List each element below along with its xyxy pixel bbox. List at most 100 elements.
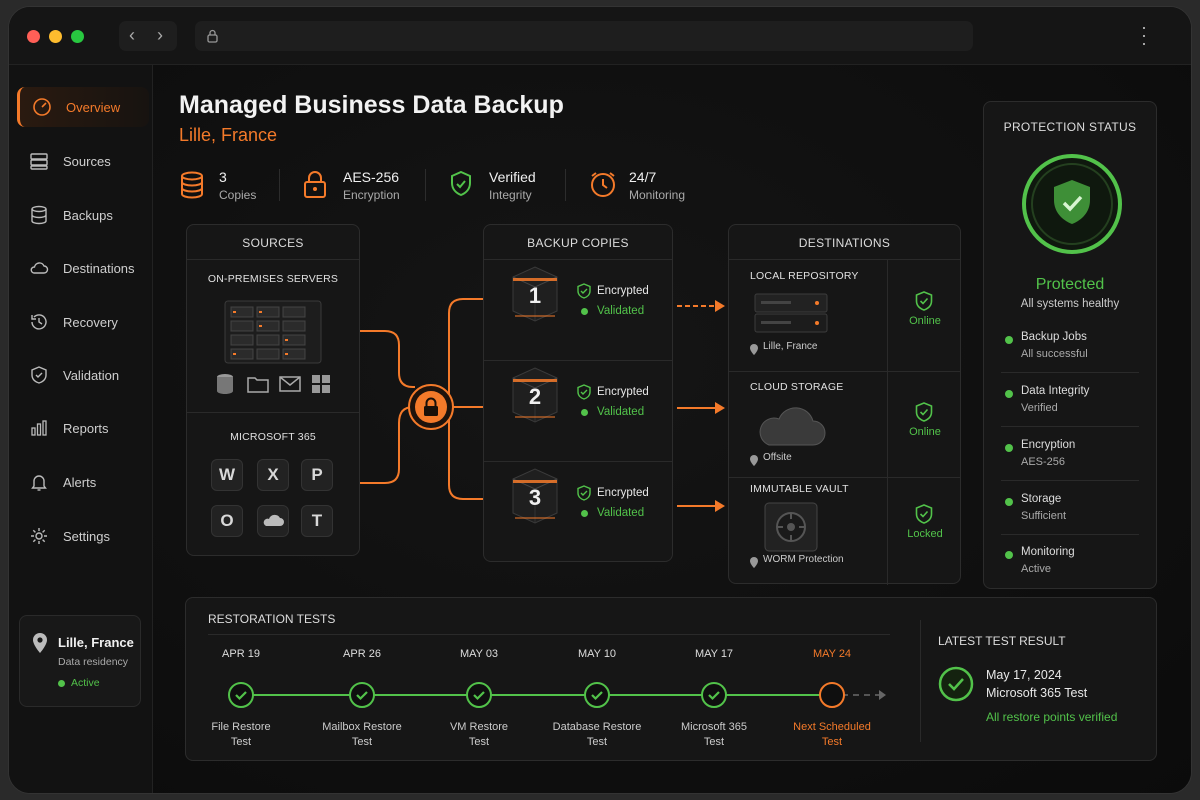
copy-number: 2	[528, 384, 542, 409]
sidebar-item-label: Sources	[63, 153, 111, 169]
check-circle-icon[interactable]	[228, 682, 254, 708]
m365-label: MICROSOFT 365	[230, 431, 316, 443]
test-label-line2: Test	[821, 736, 843, 748]
panel-title: SOURCES	[242, 236, 304, 250]
sidebar-item-reports[interactable]: Reports	[17, 408, 149, 448]
test-label-line2: Test	[586, 736, 608, 748]
test-label-line2: Test	[230, 736, 252, 748]
mail-icon	[279, 376, 301, 392]
test-label-line2: Test	[703, 736, 725, 748]
protection-item-title: Encryption	[1021, 439, 1076, 451]
shield-icon	[31, 366, 47, 384]
test-label-line1: Microsoft 365	[680, 721, 748, 733]
divider	[729, 477, 960, 478]
divider	[187, 412, 359, 413]
sidebar-item-alerts[interactable]: Alerts	[17, 462, 149, 502]
panel-title: BACKUP COPIES	[527, 236, 629, 250]
close-window-button[interactable]	[27, 30, 40, 43]
outlook-icon: O	[211, 505, 243, 537]
check-circle-icon[interactable]	[584, 682, 610, 708]
sidebar-item-recovery[interactable]: Recovery	[17, 302, 149, 342]
pending-circle-icon[interactable]	[819, 682, 845, 708]
test-date: MAY 17	[694, 648, 734, 660]
test-date: MAY 03	[459, 648, 499, 660]
test-label-line2: Test	[351, 736, 373, 748]
excel-icon: X	[257, 459, 289, 491]
latest-test-name: Microsoft 365 Test	[986, 686, 1088, 700]
powerpoint-icon: P	[301, 459, 333, 491]
sidebar-item-destinations[interactable]: Destinations	[17, 248, 149, 288]
test-label: File Restore Test	[191, 720, 291, 750]
test-date: MAY 24	[812, 648, 852, 660]
protection-item-value: All successful	[1021, 348, 1088, 360]
cloud-icon	[30, 262, 49, 274]
vault-icon	[753, 501, 829, 553]
destination-name: LOCAL REPOSITORY	[750, 270, 859, 282]
location-city: Lille, France	[58, 635, 134, 650]
check-circle-icon[interactable]	[701, 682, 727, 708]
map-pin-icon	[33, 633, 47, 653]
sidebar-item-backups[interactable]: Backups	[17, 195, 149, 235]
database-icon	[217, 374, 233, 394]
sidebar-item-overview[interactable]: Overview	[17, 87, 149, 127]
destination-status: Locked	[907, 528, 943, 540]
test-date: MAY 10	[577, 648, 617, 660]
validated-label: Validated	[597, 507, 645, 519]
check-circle-icon[interactable]	[349, 682, 375, 708]
folder-icon	[247, 377, 269, 393]
word-icon: W	[211, 459, 243, 491]
status-dot	[581, 409, 588, 416]
minimize-window-button[interactable]	[49, 30, 62, 43]
address-bar[interactable]	[195, 21, 973, 51]
sidebar-item-settings[interactable]: Settings	[17, 516, 149, 556]
divider	[484, 461, 672, 462]
location-card: Lille, France Data residency Active	[19, 615, 141, 707]
destination-status: Online	[909, 315, 941, 327]
lock-icon	[207, 29, 218, 43]
status-dot	[1005, 551, 1013, 559]
bell-icon	[31, 475, 47, 491]
shield-check-icon	[915, 504, 933, 524]
sidebar-item-label: Destinations	[63, 260, 135, 276]
copy-number: 1	[528, 283, 542, 308]
panel-title: DESTINATIONS	[798, 236, 891, 250]
divider	[1001, 426, 1139, 427]
test-label-line1: Next Scheduled	[793, 721, 871, 733]
latest-test-date: May 17, 2024	[986, 668, 1062, 682]
chevron-right-icon	[879, 690, 886, 700]
sidebar-item-label: Reports	[63, 420, 109, 436]
divider	[1001, 534, 1139, 535]
maximize-window-button[interactable]	[71, 30, 84, 43]
server-icon	[30, 153, 48, 170]
protection-item-title: Backup Jobs	[1021, 331, 1087, 343]
divider	[1001, 372, 1139, 373]
destination-location: Lille, France	[763, 341, 818, 352]
test-label: Mailbox Restore Test	[312, 720, 412, 750]
sidebar-item-validation[interactable]: Validation	[17, 355, 149, 395]
history-icon	[31, 314, 47, 330]
protection-status: Protected	[1035, 276, 1105, 293]
gear-icon	[31, 528, 47, 544]
destination-status: Online	[909, 426, 941, 438]
divider	[187, 259, 359, 260]
map-pin-icon	[750, 555, 758, 568]
check-circle-icon[interactable]	[466, 682, 492, 708]
encrypted-label: Encrypted	[597, 487, 649, 499]
protection-status-panel: PROTECTION STATUS Protected All systems …	[983, 101, 1157, 589]
chevron-right-icon[interactable]: ›	[157, 25, 163, 46]
encrypted-label: Encrypted	[597, 285, 649, 297]
test-label: VM Restore Test	[429, 720, 529, 750]
test-label-line1: File Restore	[211, 721, 271, 733]
sidebar-item-sources[interactable]: Sources	[17, 141, 149, 181]
test-date: APR 19	[222, 648, 260, 660]
main-content: Managed Business Data Backup Lille, Fran…	[153, 65, 1191, 793]
shield-check-icon	[915, 402, 933, 422]
timeline-line	[241, 694, 831, 696]
latest-test-title: LATEST TEST RESULT	[938, 634, 1066, 648]
location-status: Active	[71, 677, 100, 689]
chevron-left-icon[interactable]: ‹	[129, 25, 135, 46]
kebab-icon[interactable]: · · ·	[1141, 18, 1147, 52]
sidebar-item-label: Recovery	[63, 314, 118, 330]
protection-item-value: Sufficient	[1021, 510, 1067, 522]
divider	[1001, 480, 1139, 481]
